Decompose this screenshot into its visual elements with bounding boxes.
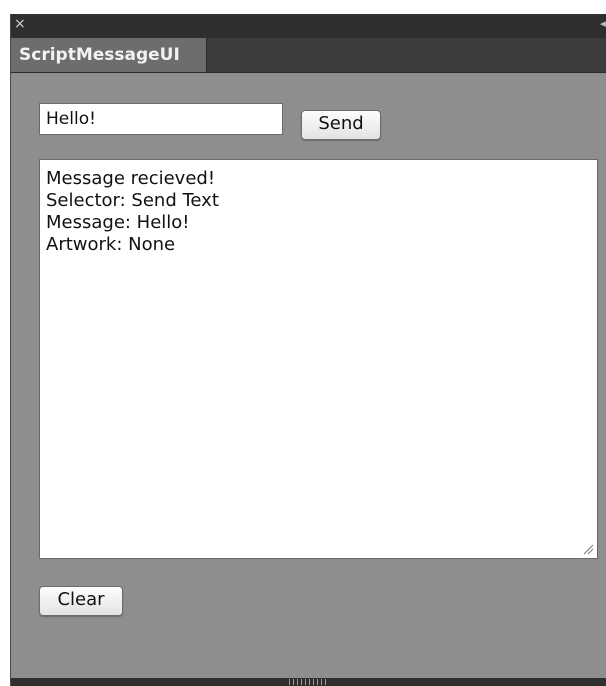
- output-line: Message recieved!: [46, 168, 216, 189]
- panel-tab-strip: ScriptMessageUI: [11, 38, 606, 73]
- panel-titlebar: × ◂◂: [11, 14, 606, 38]
- collapse-double-arrow-icon[interactable]: ◂◂: [600, 17, 606, 31]
- tab-scriptmessageui[interactable]: ScriptMessageUI: [11, 38, 207, 72]
- send-button[interactable]: Send: [301, 110, 381, 140]
- output-line: Message: Hello!: [46, 212, 190, 233]
- close-icon[interactable]: ×: [14, 16, 26, 32]
- message-input[interactable]: [39, 103, 283, 135]
- message-output-area[interactable]: Message recieved! Selector: Send Text Me…: [39, 159, 598, 559]
- panel-bottom-bar: [11, 678, 606, 686]
- output-line: Selector: Send Text: [46, 190, 219, 211]
- clear-button[interactable]: Clear: [39, 586, 123, 616]
- output-line: Artwork: None: [46, 234, 176, 255]
- panel-resize-handle[interactable]: [289, 679, 329, 685]
- resize-grip-icon[interactable]: [582, 543, 594, 555]
- script-message-panel: × ◂◂ ScriptMessageUI Send Message reciev…: [10, 14, 606, 686]
